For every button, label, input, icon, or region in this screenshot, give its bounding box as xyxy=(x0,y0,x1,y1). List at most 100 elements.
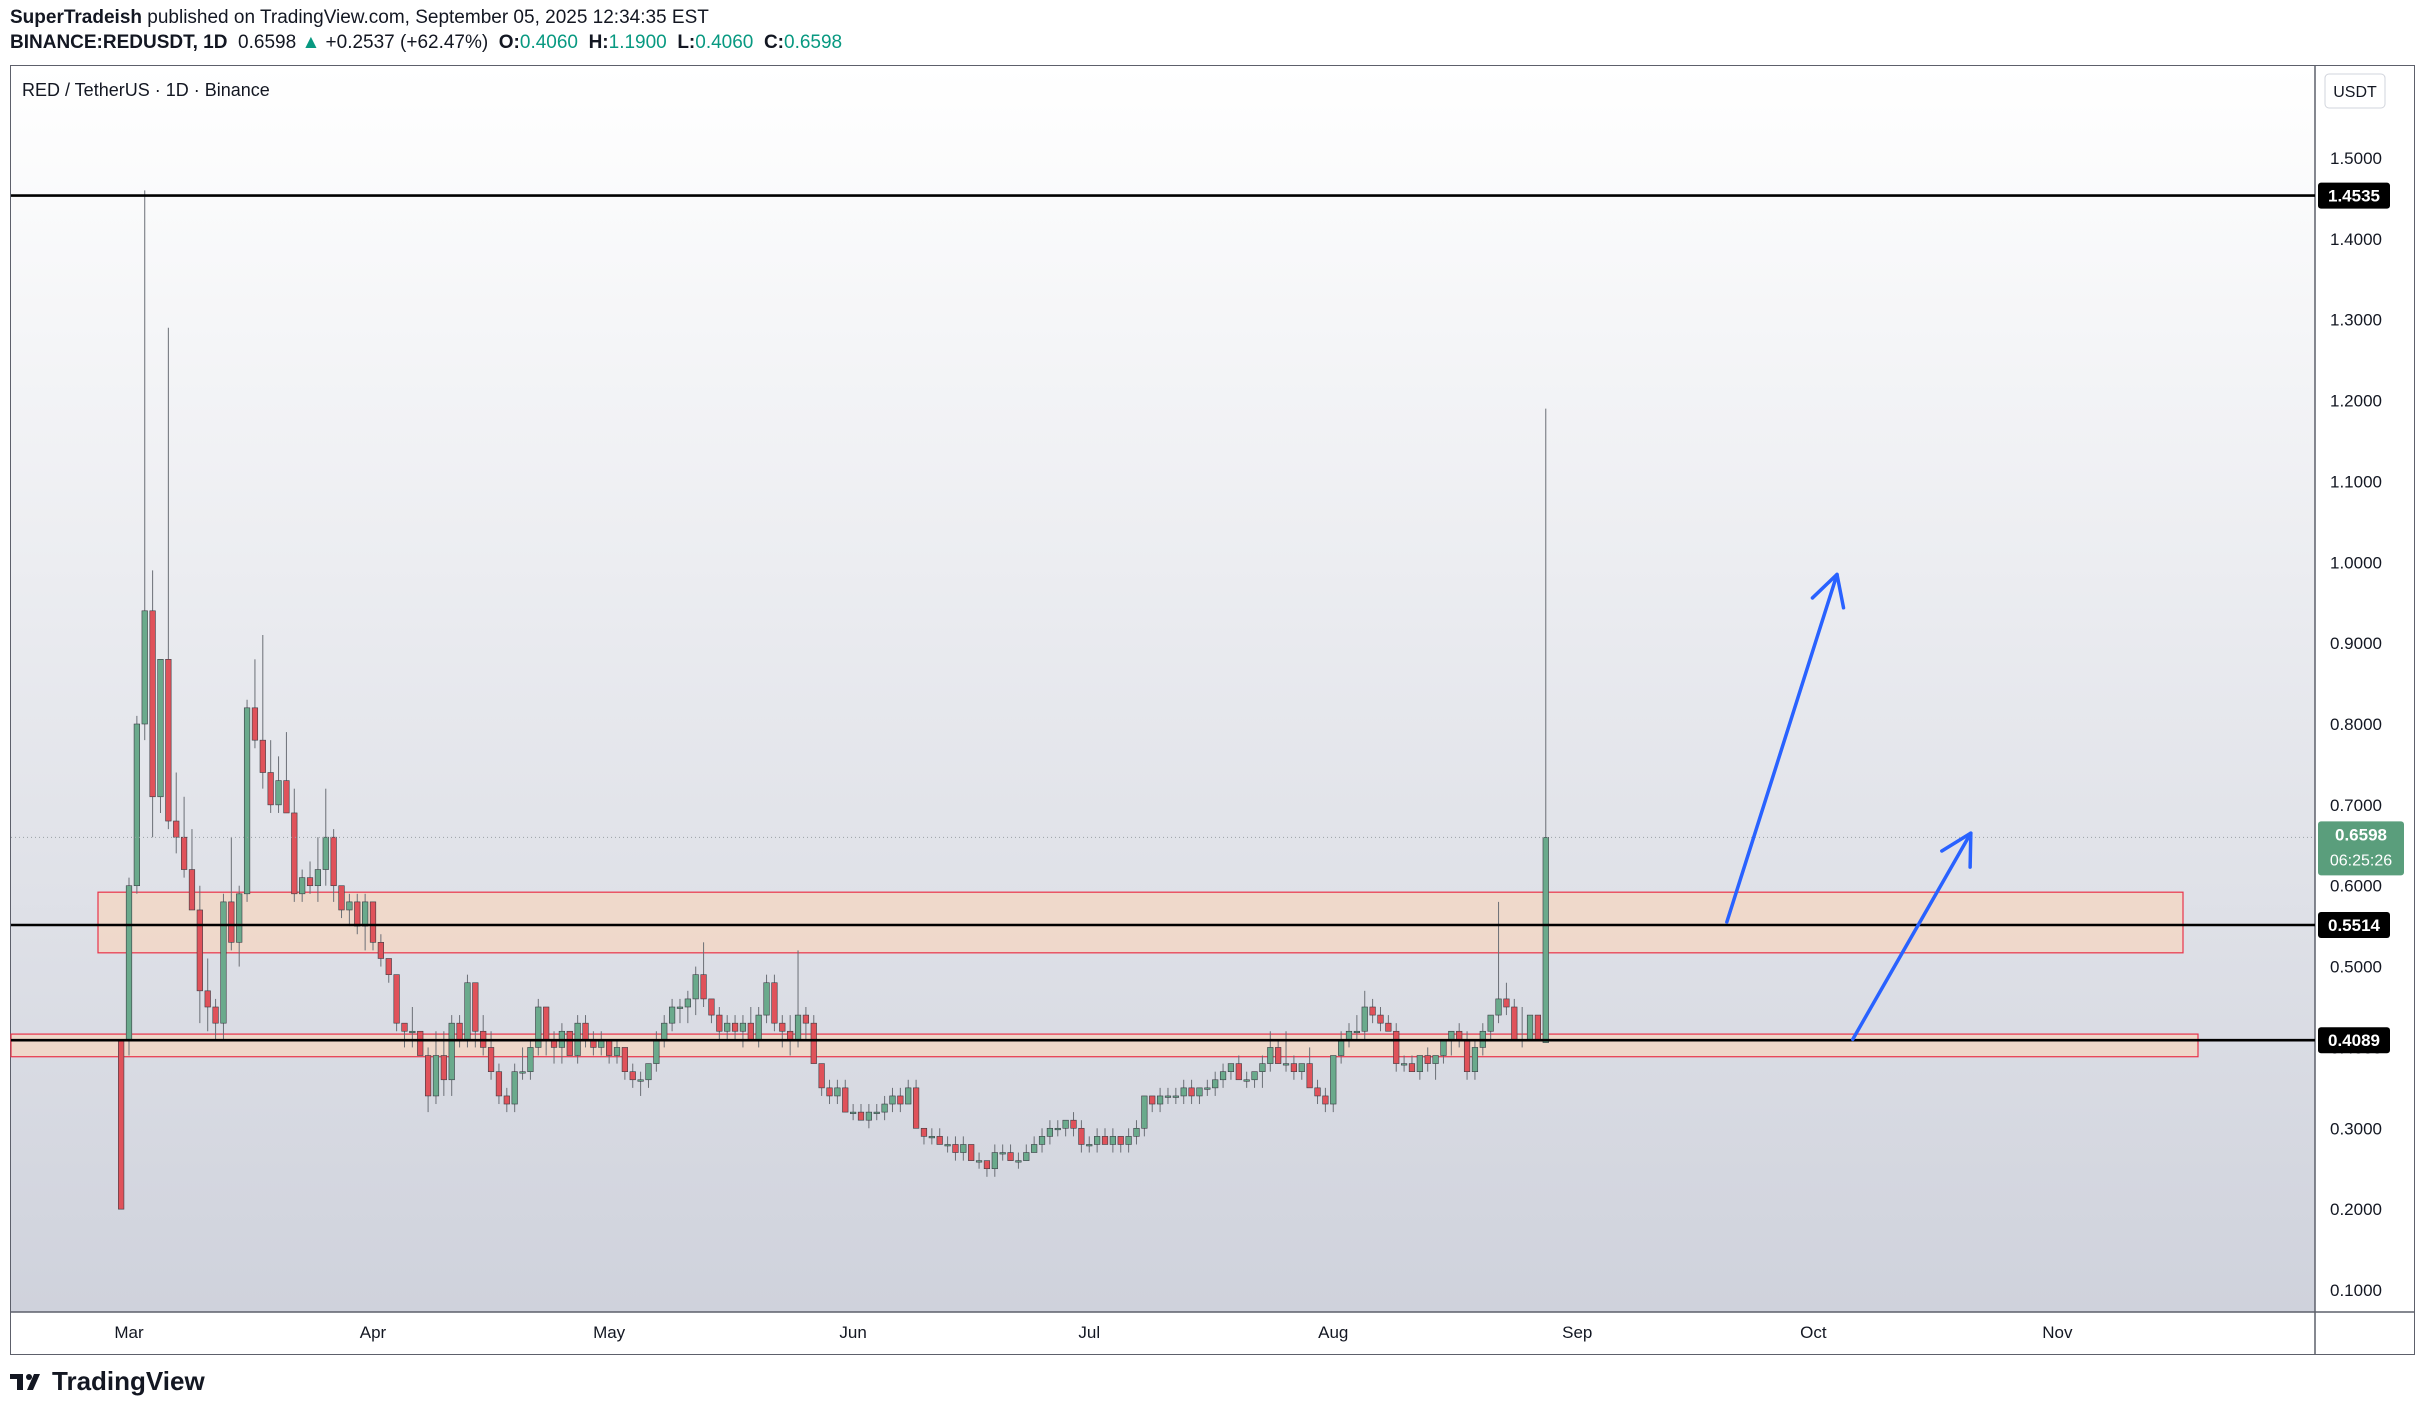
price-tick-label: 1.1000 xyxy=(2330,472,2382,491)
candle-body xyxy=(739,1022,747,1032)
candle-body xyxy=(920,1127,928,1137)
candle-body xyxy=(1275,1047,1282,1064)
candle-body xyxy=(1031,1144,1038,1153)
candle[interactable] xyxy=(535,998,542,1056)
level-price-label: 1.4535 xyxy=(2328,187,2380,206)
candle[interactable] xyxy=(566,1030,573,1056)
candle-body xyxy=(794,1014,802,1040)
candle[interactable] xyxy=(393,974,400,1032)
candle-body xyxy=(377,942,384,959)
candle-body xyxy=(1338,1039,1345,1056)
candle-body xyxy=(1282,1063,1290,1066)
candle-body xyxy=(464,982,471,1040)
price-chart[interactable]: RED / TetherUS · 1D · Binance USDT 1.500… xyxy=(0,0,2425,1409)
candle-body xyxy=(1243,1079,1250,1082)
candle-body xyxy=(842,1087,849,1113)
candle-body xyxy=(236,893,243,943)
candle-body xyxy=(582,1022,589,1040)
candle[interactable] xyxy=(243,699,251,902)
price-tick-label: 0.6000 xyxy=(2330,877,2382,896)
candle-body xyxy=(511,1071,518,1105)
candle-body xyxy=(180,836,188,870)
candle-body xyxy=(1109,1136,1116,1145)
candle-body xyxy=(865,1111,872,1121)
candle-body xyxy=(1416,1055,1423,1072)
candle-body xyxy=(204,990,211,1008)
candle-body xyxy=(645,1063,652,1081)
candle-body xyxy=(338,885,345,911)
candle-body xyxy=(1471,1047,1479,1072)
candle-body xyxy=(495,1071,503,1097)
candle[interactable] xyxy=(417,1030,424,1056)
candle[interactable] xyxy=(157,659,164,813)
candle-body xyxy=(818,1063,825,1089)
candle-body xyxy=(912,1087,920,1129)
candle-body xyxy=(385,958,392,975)
candle-body xyxy=(527,1047,534,1072)
candle-body xyxy=(141,610,148,725)
candle-body xyxy=(149,610,156,798)
candle-body xyxy=(1164,1095,1172,1098)
candle-body xyxy=(1393,1030,1400,1064)
candle-body xyxy=(1251,1071,1258,1081)
level-price-label: 0.5514 xyxy=(2328,916,2381,935)
candle-body xyxy=(850,1111,857,1114)
candle[interactable] xyxy=(968,1144,975,1161)
candle-body xyxy=(118,1039,125,1210)
candle-body xyxy=(1212,1079,1219,1089)
candle-body xyxy=(1314,1087,1321,1097)
footer-brand[interactable]: TradingView xyxy=(10,1366,205,1397)
candle[interactable] xyxy=(771,974,778,1032)
candle[interactable] xyxy=(464,974,471,1048)
candle-body xyxy=(456,1022,463,1040)
candle-body xyxy=(1400,1063,1408,1066)
time-tick-label: Sep xyxy=(1562,1323,1592,1342)
candle-body xyxy=(503,1095,510,1105)
candle-body xyxy=(1487,1014,1494,1032)
candle-body xyxy=(684,998,691,1008)
candle-body xyxy=(173,820,180,838)
time-tick-label: Oct xyxy=(1800,1323,1827,1342)
candle-body xyxy=(1172,1095,1179,1098)
candle[interactable] xyxy=(1526,1014,1534,1040)
price-tick-label: 0.3000 xyxy=(2330,1119,2382,1138)
candle-body xyxy=(228,901,235,943)
candle-body xyxy=(1117,1136,1124,1145)
price-tick-label: 1.0000 xyxy=(2330,553,2382,572)
price-tick-label: 0.9000 xyxy=(2330,634,2382,653)
candle-body xyxy=(440,1055,447,1081)
candle-body xyxy=(724,1022,731,1032)
candle-body xyxy=(401,1022,408,1032)
plot-background xyxy=(11,66,2315,1312)
candle-body xyxy=(1495,998,1502,1016)
candle-body xyxy=(1542,837,1549,1043)
candle-body xyxy=(881,1103,888,1113)
candle-body xyxy=(621,1047,628,1072)
candle-body xyxy=(1101,1136,1109,1145)
time-tick-label: Apr xyxy=(360,1323,387,1342)
candle-body xyxy=(1267,1047,1274,1064)
candle[interactable] xyxy=(125,877,133,1056)
candle-body xyxy=(700,974,707,1000)
candle-body xyxy=(125,885,133,1040)
candle-body xyxy=(1432,1055,1439,1064)
candle-body xyxy=(393,974,400,1024)
candle[interactable] xyxy=(118,1039,125,1210)
candle[interactable] xyxy=(1330,1055,1337,1113)
candle-body xyxy=(810,1022,817,1064)
candle[interactable] xyxy=(133,715,140,894)
candle-body xyxy=(653,1039,660,1064)
price-tick-label: 1.2000 xyxy=(2330,392,2382,411)
candle-body xyxy=(928,1136,935,1139)
price-tick-label: 1.4000 xyxy=(2330,230,2382,249)
candle-body xyxy=(1345,1030,1353,1040)
candle-body xyxy=(1330,1055,1337,1105)
candle-body xyxy=(1078,1127,1085,1145)
candle-body xyxy=(487,1047,495,1072)
candle[interactable] xyxy=(220,893,227,1040)
candle-body xyxy=(275,780,282,806)
candle[interactable] xyxy=(1534,1014,1542,1040)
bar-countdown-label: 06:25:26 xyxy=(2330,852,2392,869)
candle-body xyxy=(873,1111,880,1114)
candle-body xyxy=(362,901,369,927)
